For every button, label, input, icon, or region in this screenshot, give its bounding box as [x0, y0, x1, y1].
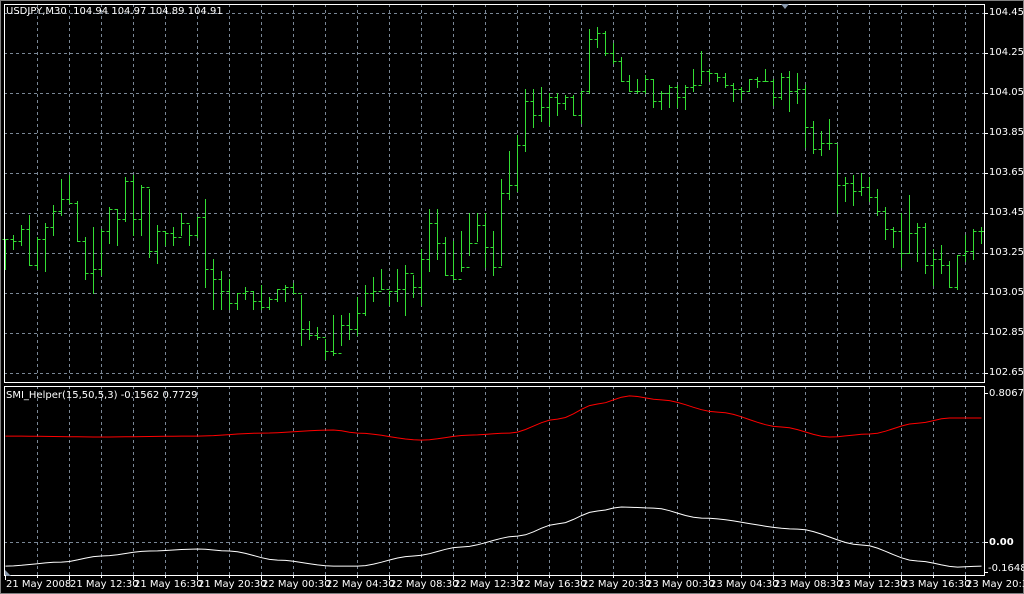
time-axis-label: 23 May 04:30	[710, 579, 779, 590]
symbol-label: USDJPY,M30	[6, 6, 67, 17]
time-axis-label: 21 May 12:30	[70, 579, 139, 590]
time-axis-label: 22 May 12:30	[454, 579, 523, 590]
chart-canvas[interactable]	[0, 0, 1024, 594]
time-axis-label: 22 May 04:30	[326, 579, 395, 590]
price-axis-label: 103.65	[989, 167, 1024, 178]
time-axis-label: 23 May 00:30	[646, 579, 715, 590]
time-axis-label: 21 May 20:30	[198, 579, 267, 590]
indicator-signal-value: 0.7729	[162, 390, 198, 401]
price-axis-label: 103.45	[989, 207, 1024, 218]
background	[0, 0, 1024, 594]
close-value: 104.91	[187, 6, 223, 17]
time-axis-label: 23 May 16:30	[902, 579, 971, 590]
symbol-header: USDJPY,M30 104.94 104.97 104.89 104.91	[6, 6, 223, 17]
time-axis-label: 22 May 00:30	[262, 579, 331, 590]
time-axis-label: 23 May 20:30	[966, 579, 1024, 590]
open-value: 104.94	[73, 6, 109, 17]
time-axis-label: 21 May 2008	[6, 579, 72, 590]
time-axis-label: 22 May 20:30	[582, 579, 651, 590]
price-axis-label: 103.25	[989, 247, 1024, 258]
time-axis-label: 21 May 16:30	[134, 579, 203, 590]
high-value: 104.97	[111, 6, 147, 17]
price-axis-label: 102.65	[989, 367, 1024, 378]
indicator-label: SMI_Helper(15,50,5,3)	[6, 390, 118, 401]
price-axis-label: 103.85	[989, 127, 1024, 138]
price-axis-label: 104.25	[989, 47, 1024, 58]
indicator-axis-zero: 0.00	[989, 537, 1014, 548]
time-axis-label: 22 May 08:30	[390, 579, 459, 590]
indicator-header: SMI_Helper(15,50,5,3) -0.1562 0.7729	[6, 390, 197, 401]
indicator-main-value: -0.1562	[120, 390, 160, 401]
time-axis-label: 23 May 08:30	[774, 579, 843, 590]
time-axis-label: 22 May 16:30	[518, 579, 587, 590]
low-value: 104.89	[149, 6, 185, 17]
indicator-axis-min: -0.1648	[988, 563, 1024, 574]
time-axis-label: 23 May 12:30	[838, 579, 907, 590]
price-axis-label: 104.05	[989, 87, 1024, 98]
indicator-axis-max: 0.8067	[989, 388, 1024, 399]
price-axis-label: 103.05	[989, 287, 1024, 298]
price-axis-label: 102.85	[989, 327, 1024, 338]
price-axis-label: 104.45	[989, 7, 1024, 18]
